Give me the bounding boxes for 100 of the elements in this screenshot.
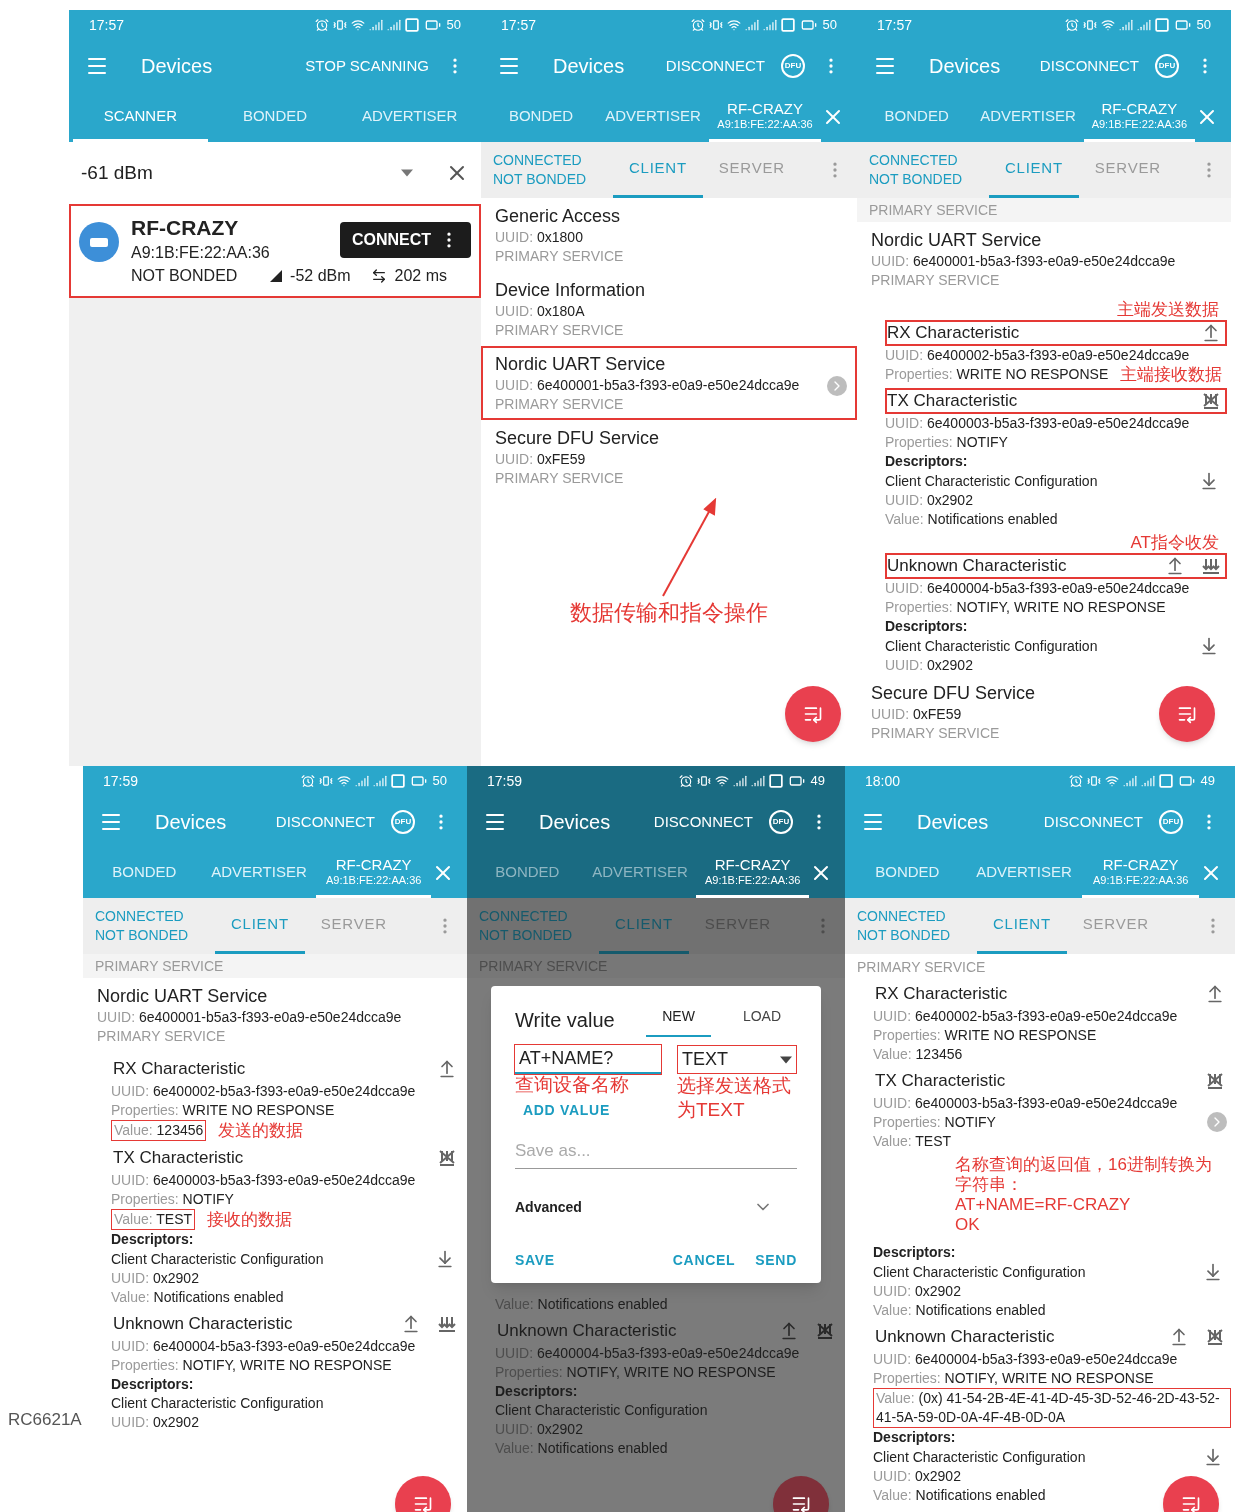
upload-icon[interactable]	[401, 1314, 421, 1334]
dialog-button[interactable]: CANCEL	[672, 1249, 736, 1271]
tab[interactable]: BONDED	[485, 92, 597, 142]
tab[interactable]: ADVERTISER	[583, 848, 697, 898]
vibrate-icon	[708, 18, 723, 32]
characteristic-header[interactable]: RX Characteristic	[111, 1056, 463, 1082]
list-icon[interactable]	[803, 704, 823, 724]
crossed-arrows-icon[interactable]	[1201, 391, 1221, 411]
characteristic-header[interactable]: RX Characteristic	[873, 981, 1231, 1007]
wifi-icon	[336, 774, 351, 788]
device-card[interactable]: RF-CRAZY A9:1B:FE:22:AA:36 CONNECT NOT BONDED -52 dBm 202 ms	[69, 204, 481, 298]
characteristic-header[interactable]: Unknown Characteristic	[495, 1317, 841, 1344]
tab[interactable]: ADVERTISER	[972, 92, 1084, 142]
multi-arrow-icon[interactable]	[1201, 556, 1221, 576]
app-title: Devices	[155, 810, 228, 835]
action-button[interactable]: DISCONNECT	[1039, 54, 1139, 78]
dialog-tab[interactable]: NEW	[646, 1002, 711, 1037]
tab[interactable]: BONDED	[87, 848, 202, 898]
upload-icon[interactable]	[779, 1320, 799, 1341]
fab-button[interactable]	[785, 686, 841, 742]
value-field[interactable]: AT+NAME?	[515, 1045, 661, 1074]
action-button[interactable]: DISCONNECT	[275, 810, 375, 834]
dialog-button[interactable]: SEND	[755, 1249, 797, 1271]
upload-icon[interactable]	[1169, 1327, 1189, 1347]
dfu-button[interactable]: DFU	[781, 54, 805, 78]
tab[interactable]: BONDED	[849, 848, 966, 898]
signal-icon	[1122, 774, 1137, 788]
service-item[interactable]: Nordic UART Service UUID: 6e400001-b5a3-f393-e0a9-e50e24dcca9e PRIMARY SERVICE	[857, 222, 1231, 296]
detail-text: UUID: 0x180A	[495, 302, 585, 321]
upload-icon[interactable]	[1165, 556, 1185, 576]
tab[interactable]: ADVERTISER	[965, 848, 1083, 898]
crossed-arrows-icon[interactable]	[437, 1148, 457, 1168]
tab[interactable]: BONDED	[207, 92, 343, 142]
dfu-button[interactable]: DFU	[1155, 54, 1179, 78]
characteristic-header[interactable]: Unknown Characteristic	[111, 1311, 463, 1337]
dfu-button[interactable]: DFU	[769, 810, 793, 834]
detail-text: Value: Notifications enabled	[873, 1301, 1046, 1320]
service-item[interactable]: Secure DFU Service UUID: 0xFE59 PRIMARY SERVICE	[481, 420, 857, 494]
crossed-arrows-icon[interactable]	[815, 1320, 835, 1341]
action-button[interactable]: DISCONNECT	[653, 810, 753, 834]
characteristic-header[interactable]: TX Characteristic	[873, 1068, 1231, 1094]
download-icon[interactable]	[1199, 636, 1219, 656]
alarm-icon	[1068, 774, 1083, 788]
tab[interactable]: SERVER	[304, 898, 403, 954]
download-icon[interactable]	[435, 1249, 455, 1269]
tab[interactable]: BONDED	[471, 848, 584, 898]
upload-icon[interactable]	[1205, 984, 1225, 1004]
list-icon[interactable]	[1177, 704, 1197, 724]
save-as-field[interactable]: Save as...	[515, 1138, 797, 1169]
caret-icon[interactable]	[780, 1055, 792, 1064]
tab[interactable]: ADVERTISER	[342, 92, 477, 142]
list-icon[interactable]	[791, 1494, 811, 1512]
characteristic-header[interactable]: TX Characteristic	[111, 1145, 463, 1171]
action-button[interactable]: DISCONNECT	[1043, 810, 1143, 834]
dfu-button[interactable]: DFU	[391, 810, 415, 834]
tab[interactable]: SERVER	[1078, 142, 1177, 198]
characteristic-header[interactable]: Unknown Characteristic	[885, 553, 1227, 579]
crossed-arrows-icon[interactable]	[1205, 1071, 1225, 1091]
square-icon	[1154, 18, 1169, 32]
upload-icon[interactable]	[1201, 323, 1221, 343]
tab[interactable]: SERVER	[1066, 898, 1165, 954]
tab[interactable]: SERVER	[702, 142, 801, 198]
dfu-button[interactable]: DFU	[1159, 810, 1183, 834]
upload-icon[interactable]	[437, 1059, 457, 1079]
service-item[interactable]: Device Information UUID: 0x180A PRIMARY SERVICE	[481, 272, 857, 346]
tab[interactable]: CLIENT	[613, 142, 703, 198]
app-title: Devices	[917, 810, 990, 835]
action-button[interactable]: STOP SCANNING	[305, 54, 429, 78]
dialog-button[interactable]: SAVE	[515, 1249, 555, 1271]
tab[interactable]: ADVERTISER	[201, 848, 317, 898]
characteristic-name: Unknown Characteristic	[875, 1326, 1056, 1348]
action-button[interactable]: DISCONNECT	[665, 54, 765, 78]
download-icon[interactable]	[1199, 471, 1219, 491]
add-value-button[interactable]: ADD VALUE	[523, 1100, 610, 1121]
service-item[interactable]: Generic Access UUID: 0x1800 PRIMARY SERVICE	[481, 198, 857, 272]
tab[interactable]: CLIENT	[977, 898, 1067, 954]
service-item[interactable]: Nordic UART Service UUID: 6e400001-b5a3-f393-e0a9-e50e24dcca9e PRIMARY SERVICE	[83, 978, 467, 1052]
tab[interactable]: BONDED	[861, 92, 973, 142]
service-item[interactable]: Secure DFU Service UUID: 0xFE59 PRIMARY SERVICE	[857, 675, 1231, 749]
format-dropdown[interactable]: TEXT	[677, 1045, 797, 1074]
connect-button[interactable]: CONNECT	[339, 222, 471, 258]
detail-text: Properties: NOTIFY, WRITE NO RESPONSE	[885, 598, 1166, 617]
list-icon[interactable]	[413, 1494, 433, 1512]
characteristic-header[interactable]: TX Characteristic	[885, 388, 1227, 414]
dialog-tab[interactable]: LOAD	[726, 1002, 797, 1037]
characteristic-header[interactable]: RX Characteristic	[885, 320, 1227, 346]
device-name: RF-CRAZY	[131, 215, 240, 241]
characteristic-header[interactable]: Unknown Characteristic	[873, 1324, 1231, 1350]
detail-text: UUID: 6e400004-b5a3-f393-e0a9-e50e24dcca9e	[885, 579, 1190, 598]
multi-arrow-icon[interactable]	[437, 1314, 457, 1334]
service-item[interactable]: Nordic UART Service UUID: 6e400001-b5a3-f393-e0a9-e50e24dcca9e PRIMARY SERVICE	[481, 346, 857, 420]
crossed-arrows-icon[interactable]	[1205, 1327, 1225, 1347]
download-icon[interactable]	[1203, 1447, 1223, 1467]
fab-button[interactable]	[1159, 686, 1215, 742]
caret-icon[interactable]	[401, 169, 413, 177]
download-icon[interactable]	[1203, 1262, 1223, 1282]
list-icon[interactable]	[1181, 1494, 1201, 1512]
characteristic-name: Unknown Characteristic	[497, 1319, 678, 1342]
tab[interactable]: ADVERTISER	[597, 92, 709, 142]
advanced-label[interactable]: Advanced	[515, 1196, 753, 1218]
